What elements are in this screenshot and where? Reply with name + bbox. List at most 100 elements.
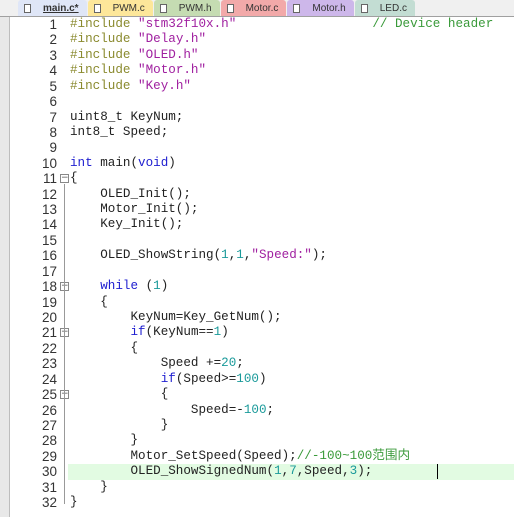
code-line[interactable]: 14 Key_Init(); (0, 217, 514, 233)
code-line[interactable]: 26 Speed=-100; (0, 403, 514, 419)
line-number: 18 (41, 279, 57, 295)
preprocessor-token: #include (70, 63, 139, 78)
text-caret (437, 464, 438, 480)
code-line[interactable]: 3 #include "OLED.h" (0, 48, 514, 64)
tab-label: LED.c (379, 2, 407, 14)
code-text: uint8_t KeyNum; (68, 110, 514, 126)
code-line[interactable]: 4 #include "Motor.h" (0, 63, 514, 79)
code-token: ; (266, 402, 275, 417)
code-line[interactable]: 16 OLED_ShowString(1,1,"Speed:"); (0, 248, 514, 264)
line-number: 10 (41, 155, 57, 171)
code-line[interactable]: 23 Speed +=20; (0, 356, 514, 372)
code-line[interactable]: 18− while (1) (0, 279, 514, 295)
line-number: 9 (49, 140, 57, 156)
code-line[interactable]: 27 } (0, 418, 514, 434)
code-text: { (68, 295, 514, 311)
line-number: 19 (41, 294, 57, 310)
code-text: Key_Init(); (68, 217, 514, 233)
tab-led-c[interactable]: LED.c (354, 0, 415, 16)
code-line[interactable]: 25− { (0, 387, 514, 403)
line-number: 5 (49, 78, 57, 94)
tab-motor-c[interactable]: Motor.c (220, 0, 287, 16)
code-token: ); (357, 464, 373, 479)
code-line[interactable]: 13 Motor_Init(); (0, 202, 514, 218)
code-token: ; (236, 356, 244, 371)
number-literal-token: 1 (153, 279, 161, 294)
code-token: { (70, 387, 169, 402)
code-line[interactable]: 12 OLED_Init(); (0, 187, 514, 203)
code-line[interactable]: 21− if(KeyNum==1) (0, 325, 514, 341)
string-literal-token: "Motor.h" (138, 63, 207, 78)
code-line[interactable]: 32} (0, 495, 514, 511)
file-icon (159, 3, 167, 13)
code-line[interactable]: 1 #include "stm32f10x.h" // Device header (0, 17, 514, 33)
code-text: { (68, 341, 514, 357)
code-line[interactable]: 10 int main(void) (0, 156, 514, 172)
tab-pwm-h[interactable]: PWM.h (153, 0, 220, 16)
code-editor[interactable]: 1 #include "stm32f10x.h" // Device header… (0, 17, 514, 517)
code-token: OLED_ShowSignedNum( (70, 464, 275, 479)
code-token: (Speed>= (175, 371, 237, 386)
line-number: 24 (41, 371, 57, 387)
code-text: { (68, 387, 514, 403)
code-token: } (70, 495, 78, 510)
code-token: ) (221, 325, 229, 340)
line-number: 21 (41, 325, 57, 341)
code-text: #include "stm32f10x.h" // Device header (68, 17, 514, 33)
code-text: } (68, 495, 514, 511)
code-line[interactable]: 15 (0, 233, 514, 249)
comment-token: //-100~100范围内 (296, 448, 411, 463)
line-number: 25 (41, 387, 57, 403)
code-line[interactable]: 7 uint8_t KeyNum; (0, 110, 514, 126)
preprocessor-token: #include (70, 17, 139, 31)
code-line[interactable]: 17 (0, 264, 514, 280)
code-line[interactable]: 29 Motor_SetSpeed(Speed);//-100~100范围内 (0, 449, 514, 465)
code-text: OLED_Init(); (68, 187, 514, 203)
line-number: 29 (41, 448, 57, 464)
file-icon (360, 3, 368, 13)
string-literal-token: "OLED.h" (138, 47, 199, 62)
code-text: Speed=-100; (68, 403, 514, 419)
code-line[interactable]: 20 KeyNum=Key_GetNum(); (0, 310, 514, 326)
tab-label: PWM.h (178, 2, 212, 14)
code-line[interactable]: 31 } (0, 480, 514, 496)
preprocessor-token: #include (70, 32, 139, 47)
code-line[interactable]: 24 if(Speed>=100) (0, 372, 514, 388)
line-number: 31 (41, 479, 57, 495)
number-literal-token: 1 (221, 248, 229, 263)
string-literal-token: "stm32f10x.h" (138, 17, 237, 31)
code-token: Speed=- (70, 402, 244, 417)
preprocessor-token: #include (70, 78, 139, 93)
code-line[interactable]: 22 { (0, 341, 514, 357)
code-line[interactable]: 9 (0, 140, 514, 156)
string-literal-token: "Delay.h" (138, 32, 207, 47)
code-line[interactable]: 6 (0, 94, 514, 110)
line-number: 7 (49, 109, 57, 125)
tab-motor-h[interactable]: Motor.h (287, 0, 354, 16)
code-line[interactable]: 2 #include "Delay.h" (0, 32, 514, 48)
tab-main-c-[interactable]: main.c* (18, 0, 87, 16)
string-literal-token: "Speed:" (251, 248, 312, 263)
code-text: { (68, 171, 514, 187)
code-text: Speed +=20; (68, 356, 514, 372)
line-number: 23 (41, 356, 57, 372)
code-text: if(KeyNum==1) (68, 325, 514, 341)
tab-label: Motor.h (312, 2, 346, 14)
code-token: uint8_t KeyNum; (70, 109, 184, 124)
file-icon (24, 3, 31, 13)
code-line[interactable]: 11−{ (0, 171, 514, 187)
code-token: OLED_Init(); (70, 186, 191, 201)
code-line[interactable]: 28 } (0, 433, 514, 449)
code-token: { (70, 294, 108, 309)
code-token: Key_Init(); (70, 217, 184, 232)
tab-pwm-c[interactable]: PWM.c (87, 0, 153, 16)
code-line[interactable]: 8 int8_t Speed; (0, 125, 514, 141)
code-line[interactable]: 5 #include "Key.h" (0, 79, 514, 95)
line-number: 3 (49, 47, 57, 63)
line-number: 28 (41, 433, 57, 449)
code-line[interactable]: 19 { (0, 295, 514, 311)
code-text: Motor_Init(); (68, 202, 514, 218)
